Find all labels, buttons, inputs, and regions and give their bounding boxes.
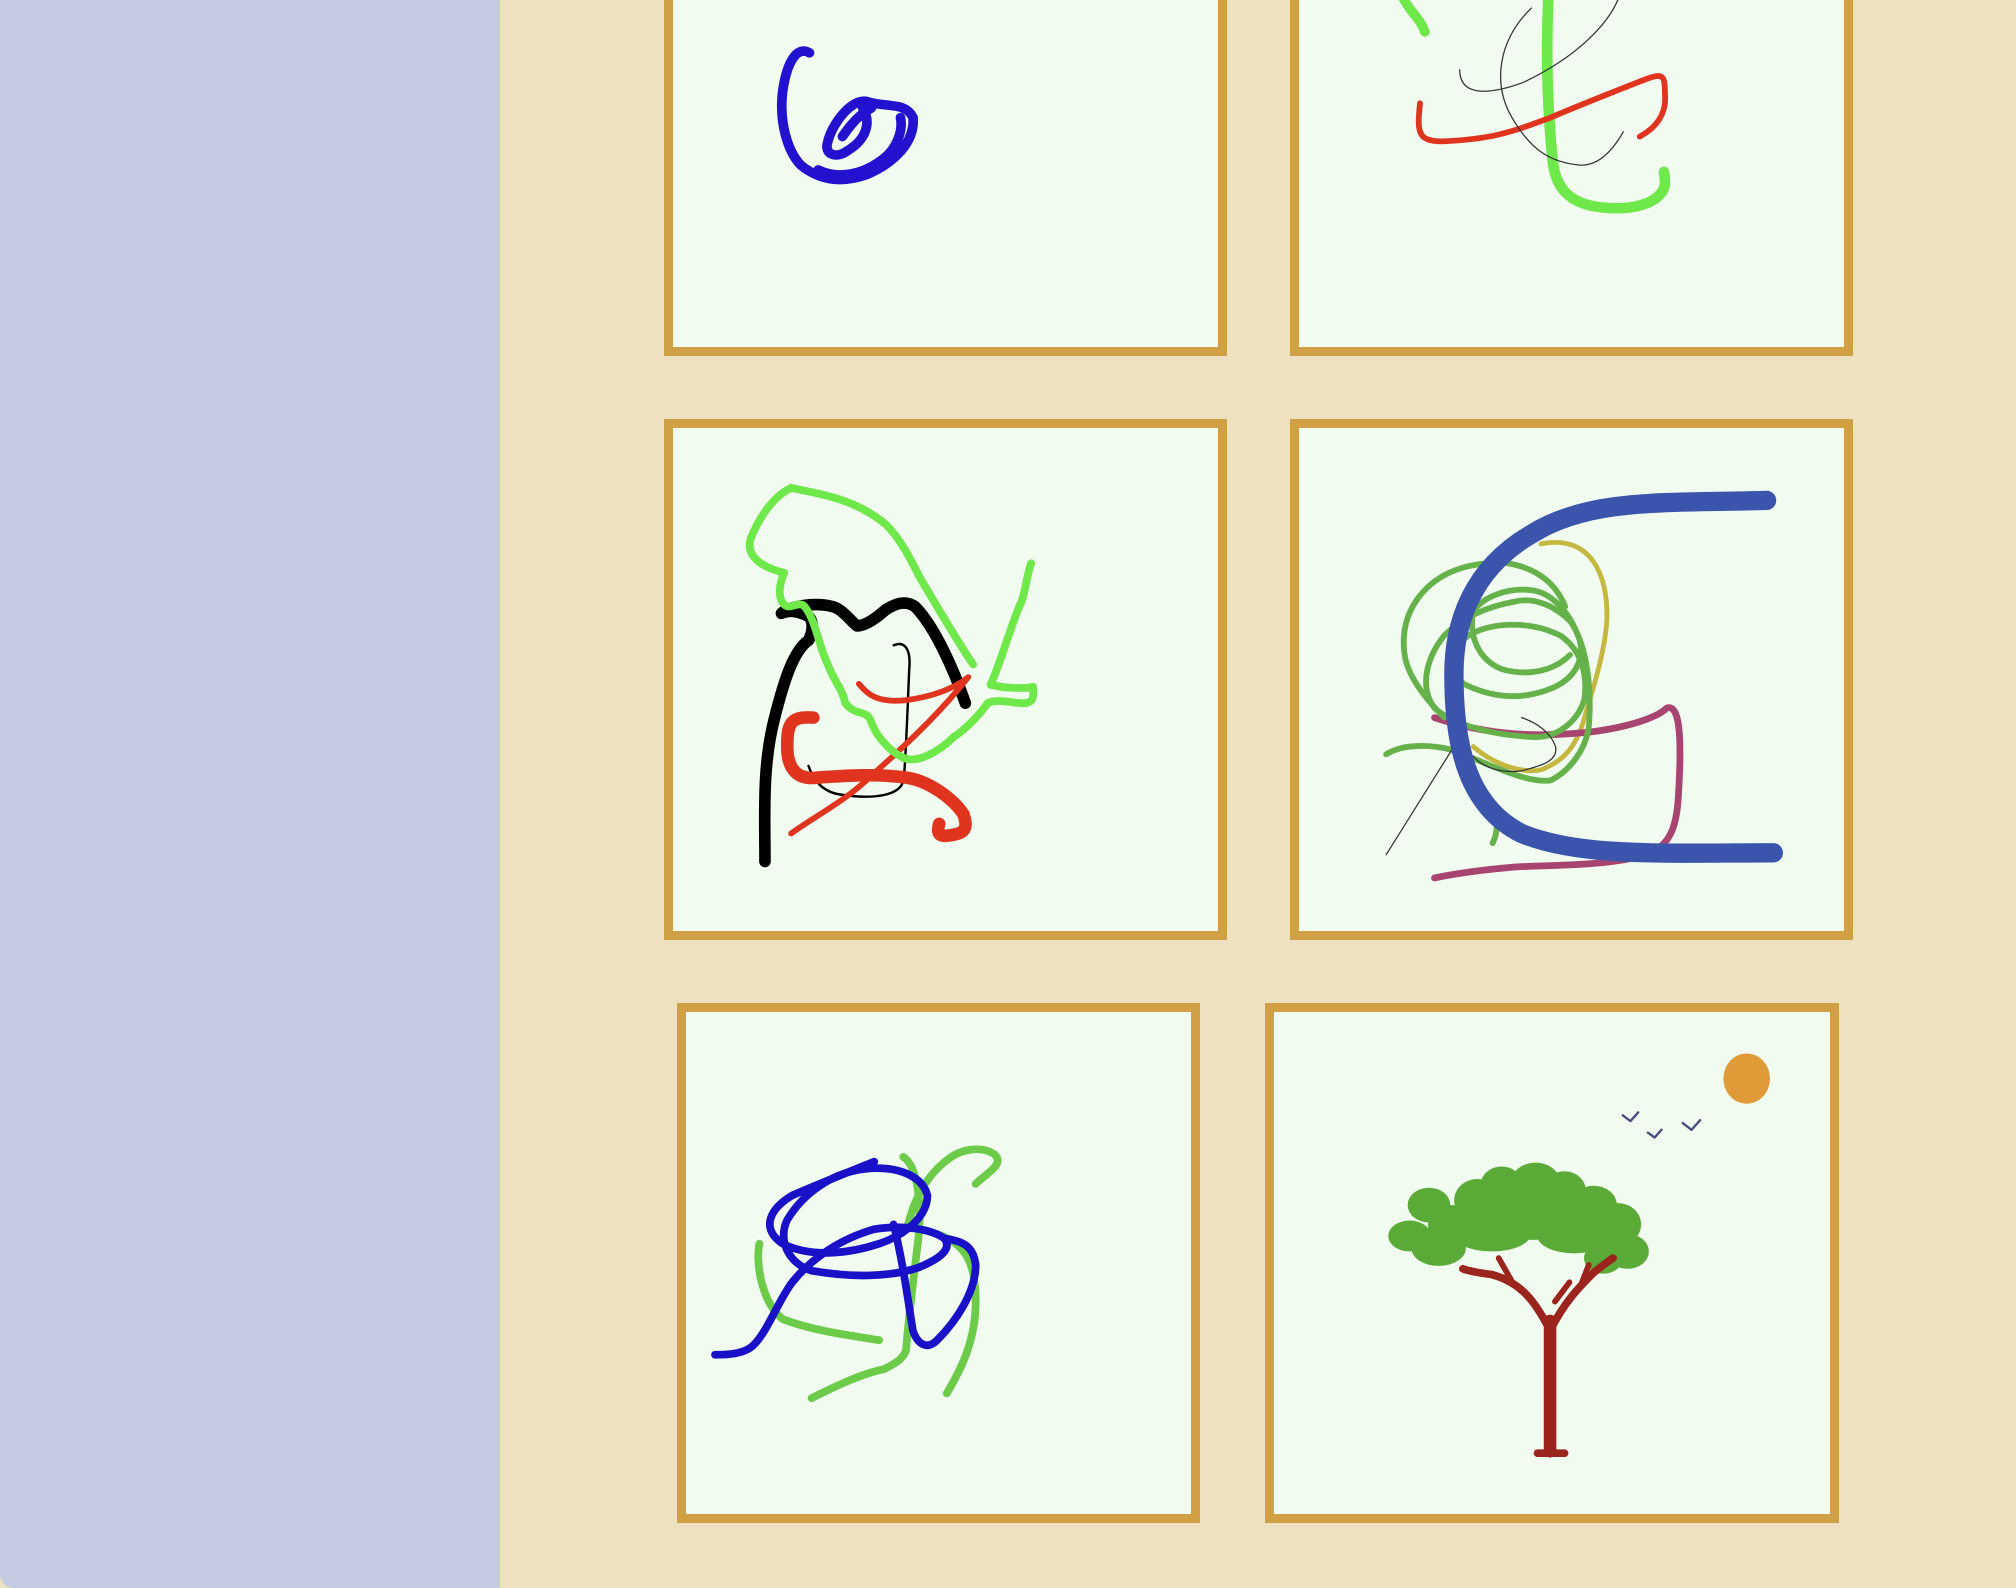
drawing-tile-5[interactable] (677, 1003, 1200, 1523)
black-red-green-scribble-icon (745, 483, 1038, 868)
drawing-tile-1[interactable] (664, 0, 1227, 356)
app-root (0, 0, 2016, 1588)
drawing-gallery (500, 0, 2016, 1588)
drawing-tile-6[interactable] (1265, 1003, 1839, 1523)
sidebar-panel (0, 0, 500, 1588)
drawing-tile-4[interactable] (1290, 419, 1853, 940)
green-red-scribble-icon (1398, 0, 1671, 214)
blue-green-tangle-icon (711, 1145, 1002, 1403)
drawing-tile-2[interactable] (1290, 0, 1853, 356)
drawing-tile-3[interactable] (664, 419, 1227, 940)
blue-arc-scribble-icon (1383, 490, 1784, 882)
tree-sun-birds-icon (1388, 1053, 1770, 1458)
blue-scribble-icon (776, 46, 918, 185)
